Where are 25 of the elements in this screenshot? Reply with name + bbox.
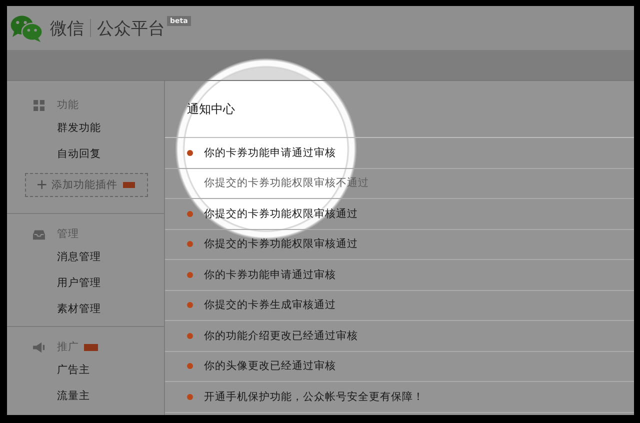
section-heading: 推广 [57, 340, 79, 354]
section-heading: 功能 [57, 98, 79, 112]
sidebar-item[interactable]: 自动回复 [57, 141, 101, 167]
panel-title: 通知中心 [165, 81, 634, 138]
notification-item[interactable]: 你的功能介绍更改已经通过审核 [165, 321, 634, 352]
sidebar-item[interactable]: 素材管理 [57, 296, 101, 322]
chat-bubbles-icon [10, 14, 44, 42]
notification-item[interactable]: 你的卡券功能申请通过审核 [165, 260, 634, 290]
megaphone-icon [33, 342, 45, 352]
notification-item[interactable]: 你提交的卡券功能权限审核通过 [165, 199, 634, 230]
inbox-icon [33, 228, 45, 240]
section-heading: 管理 [57, 227, 79, 241]
sidebar-item[interactable]: 广告主 [57, 357, 90, 383]
grid-icon [33, 100, 45, 110]
notification-item[interactable]: 你的卡券功能申请通过审核 [165, 138, 634, 168]
notification-item[interactable]: 你提交的卡券生成审核通过 [165, 290, 634, 321]
sidebar-item[interactable]: 消息管理 [57, 244, 101, 270]
sidebar-item[interactable]: 流量主 [57, 383, 90, 409]
notification-item[interactable]: 开通手机保护功能，公众帐号安全更有保障！ [165, 382, 634, 412]
notification-item[interactable]: 你的头像更改已经通过审核 [165, 352, 634, 382]
notification-item[interactable]: 你提交的卡券功能权限审核通过 [165, 230, 634, 260]
sidebar-item[interactable]: 用户管理 [57, 270, 101, 296]
brand-name: 微信 [50, 18, 84, 40]
product-name: 公众平台 [97, 18, 165, 40]
sidebar-item[interactable]: 群发功能 [57, 115, 101, 141]
